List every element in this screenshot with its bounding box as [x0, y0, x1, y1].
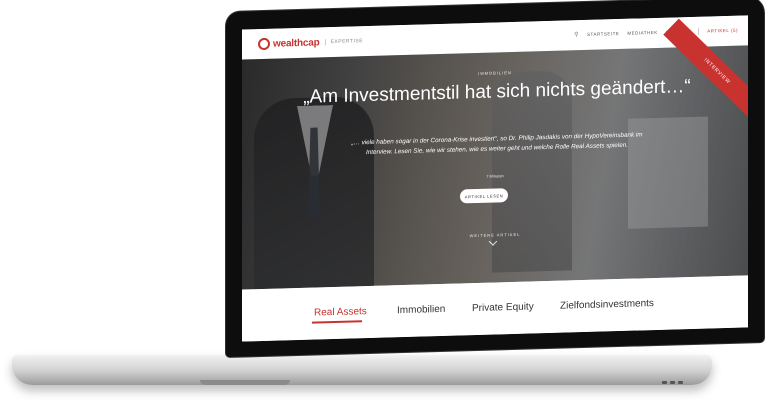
laptop-mockup: wealthcap EXPERTISE ⚲ STARTSEITE MEDIATH… [0, 0, 779, 401]
hero-banner: INTERVIEW IMMOBILIEN „Am Investmentstil … [242, 18, 748, 290]
nav-item-startseite[interactable]: STARTSEITE [587, 31, 619, 37]
tab-private-equity[interactable]: Private Equity [472, 301, 534, 314]
laptop-base [12, 355, 712, 385]
main-nav: ⚲ STARTSEITE MEDIATHEK KONTAKT ARTIKEL (… [574, 27, 738, 39]
laptop-lid: wealthcap EXPERTISE ⚲ STARTSEITE MEDIATH… [226, 0, 764, 358]
logo-text[interactable]: wealthcap [273, 37, 320, 49]
tab-immobilien[interactable]: Immobilien [397, 304, 445, 316]
nav-divider [698, 27, 700, 35]
logo-icon[interactable] [258, 37, 270, 51]
tab-zielfondsinvestments[interactable]: Zielfondsinvestments [560, 298, 654, 312]
tab-real-assets[interactable]: Real Assets [314, 306, 367, 318]
laptop-notch [200, 380, 290, 385]
active-tab-indicator [312, 320, 362, 324]
search-icon[interactable]: ⚲ [574, 31, 579, 38]
logo-subtitle: EXPERTISE [324, 38, 364, 46]
nav-item-mediathek[interactable]: MEDIATHEK [627, 30, 657, 36]
screen: wealthcap EXPERTISE ⚲ STARTSEITE MEDIATH… [242, 15, 748, 342]
read-article-button[interactable]: ARTIKEL LESEN [460, 188, 508, 204]
nav-item-artikel[interactable]: ARTIKEL (5) [707, 28, 738, 34]
laptop-ports [662, 371, 686, 389]
